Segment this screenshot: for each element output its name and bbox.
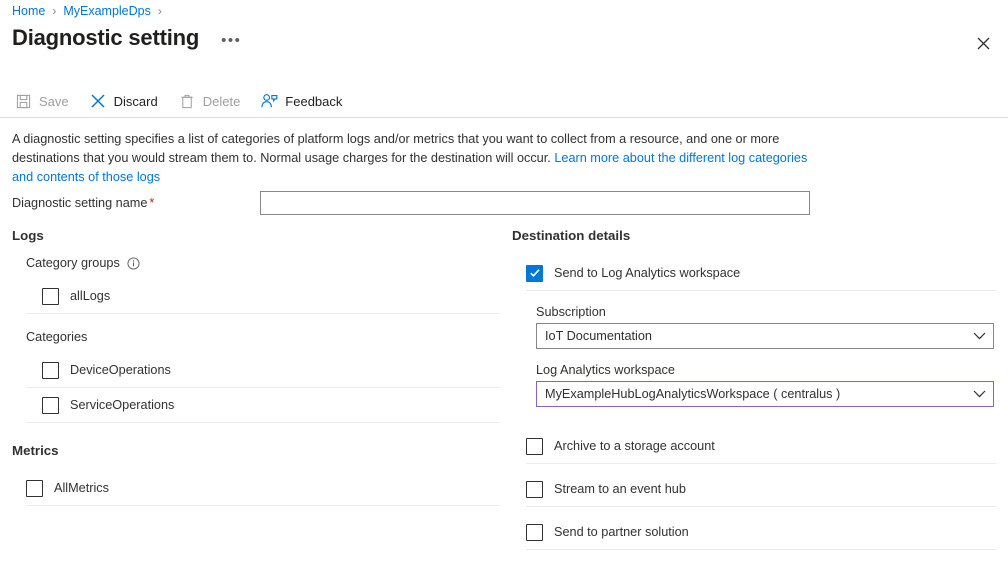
- deviceoperations-checkbox[interactable]: [42, 362, 59, 379]
- save-button-label: Save: [39, 94, 69, 109]
- allmetrics-checkbox[interactable]: [26, 480, 43, 497]
- archive-storage-checkbox[interactable]: [526, 438, 543, 455]
- categories-label-text: Categories: [26, 330, 87, 344]
- diagnostic-setting-name-row: Diagnostic setting name*: [12, 191, 812, 215]
- subscription-select[interactable]: IoT Documentation: [536, 323, 994, 349]
- diagnostic-setting-name-input[interactable]: [260, 191, 810, 215]
- checkbox-row-send-to-log-analytics[interactable]: Send to Log Analytics workspace: [526, 256, 996, 290]
- checkbox-row-deviceoperations[interactable]: DeviceOperations: [42, 353, 500, 387]
- trash-icon: [178, 92, 196, 110]
- log-analytics-workspace-label: Log Analytics workspace: [536, 363, 996, 377]
- breadcrumb-separator-icon: ›: [52, 4, 56, 18]
- checkbox-row-archive-storage[interactable]: Archive to a storage account: [526, 429, 996, 463]
- feedback-button[interactable]: Feedback: [258, 86, 351, 116]
- archive-storage-label: Archive to a storage account: [554, 439, 715, 453]
- command-bar: Save Discard Delete: [12, 86, 360, 116]
- breadcrumb-item-home[interactable]: Home: [12, 4, 45, 18]
- alllogs-checkbox[interactable]: [42, 288, 59, 305]
- log-analytics-workspace-select[interactable]: MyExampleHubLogAnalyticsWorkspace ( cent…: [536, 381, 994, 407]
- save-icon: [14, 92, 32, 110]
- checkbox-row-partner-solution[interactable]: Send to partner solution: [526, 515, 996, 549]
- subscription-label: Subscription: [536, 305, 996, 319]
- save-button[interactable]: Save: [12, 86, 78, 116]
- checkbox-row-allmetrics[interactable]: AllMetrics: [26, 471, 500, 505]
- required-asterisk: *: [149, 196, 154, 210]
- divider-partner-solution: [526, 549, 996, 550]
- delete-button-label: Delete: [203, 94, 241, 109]
- breadcrumb-separator-icon-2: ›: [158, 4, 162, 18]
- breadcrumb: Home › MyExampleDps ›: [12, 0, 169, 22]
- info-icon[interactable]: [127, 257, 140, 270]
- diagnostic-setting-blade: Home › MyExampleDps › Diagnostic setting…: [0, 0, 1008, 588]
- divider-archive-storage: [526, 463, 996, 464]
- discard-x-icon: [89, 92, 107, 110]
- allmetrics-label: AllMetrics: [54, 481, 109, 495]
- close-icon[interactable]: [970, 30, 996, 56]
- command-bar-divider: [0, 117, 1008, 118]
- divider-alllogs: [26, 313, 500, 314]
- divider-event-hub: [526, 506, 996, 507]
- destination-details-title: Destination details: [512, 228, 996, 243]
- breadcrumb-item-resource[interactable]: MyExampleDps: [63, 4, 151, 18]
- feedback-button-label: Feedback: [285, 94, 342, 109]
- logs-and-metrics-column: Logs Category groups allLogs Categories: [12, 228, 500, 506]
- log-analytics-workspace-field: Log Analytics workspace MyExampleHubLogA…: [536, 363, 996, 407]
- discard-button-label: Discard: [114, 94, 158, 109]
- metrics-section-title: Metrics: [12, 443, 500, 458]
- partner-solution-checkbox[interactable]: [526, 524, 543, 541]
- discard-button[interactable]: Discard: [87, 86, 167, 116]
- divider-allmetrics: [26, 505, 500, 506]
- blade-description: A diagnostic setting specifies a list of…: [12, 130, 812, 187]
- checkbox-row-serviceoperations[interactable]: ServiceOperations: [42, 388, 500, 422]
- title-row: Diagnostic setting •••: [12, 24, 245, 52]
- diagnostic-setting-name-label: Diagnostic setting name*: [12, 196, 260, 210]
- log-analytics-workspace-select-wrap: MyExampleHubLogAnalyticsWorkspace ( cent…: [536, 381, 994, 407]
- send-to-log-analytics-checkbox[interactable]: [526, 265, 543, 282]
- category-groups-label: Category groups: [26, 256, 500, 270]
- categories-label: Categories: [26, 330, 500, 344]
- delete-button[interactable]: Delete: [176, 86, 250, 116]
- serviceoperations-label: ServiceOperations: [70, 398, 174, 412]
- more-options-button[interactable]: •••: [217, 30, 245, 51]
- checkbox-row-alllogs[interactable]: allLogs: [42, 279, 500, 313]
- alllogs-label: allLogs: [70, 289, 110, 303]
- event-hub-checkbox[interactable]: [526, 481, 543, 498]
- checkbox-row-event-hub[interactable]: Stream to an event hub: [526, 472, 996, 506]
- page-title: Diagnostic setting: [12, 24, 199, 52]
- name-label-text: Diagnostic setting name: [12, 196, 147, 210]
- divider-serviceoperations: [26, 422, 500, 423]
- destination-details-column: Destination details Send to Log Analytic…: [512, 228, 996, 550]
- subscription-select-wrap: IoT Documentation: [536, 323, 994, 349]
- spacer: [512, 407, 996, 429]
- feedback-person-icon: [260, 92, 278, 110]
- logs-section-title: Logs: [12, 228, 500, 243]
- send-to-log-analytics-label: Send to Log Analytics workspace: [554, 266, 740, 280]
- subscription-field: Subscription IoT Documentation: [536, 305, 996, 349]
- serviceoperations-checkbox[interactable]: [42, 397, 59, 414]
- category-groups-label-text: Category groups: [26, 256, 120, 270]
- divider-log-analytics: [526, 290, 996, 291]
- partner-solution-label: Send to partner solution: [554, 525, 689, 539]
- event-hub-label: Stream to an event hub: [554, 482, 686, 496]
- deviceoperations-label: DeviceOperations: [70, 363, 171, 377]
